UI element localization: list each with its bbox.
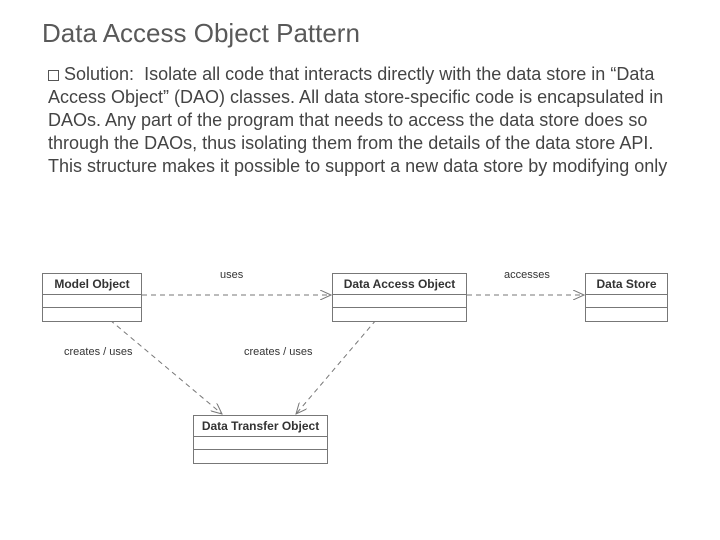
uml-compartment [194, 450, 327, 463]
uml-compartment [194, 437, 327, 450]
uml-compartment [333, 295, 466, 308]
uml-box-dto: Data Transfer Object [193, 415, 328, 464]
uml-compartment [333, 308, 466, 321]
uml-title-data-store: Data Store [586, 274, 667, 295]
uml-compartment [586, 308, 667, 321]
solution-paragraph: Solution: Isolate all code that interact… [48, 63, 678, 178]
page-title: Data Access Object Pattern [42, 18, 678, 49]
uml-box-dao: Data Access Object [332, 273, 467, 322]
solution-label: Solution: [64, 64, 134, 84]
uml-diagram: Model Object Data Access Object Data Sto… [42, 273, 678, 503]
bullet-square-icon [48, 70, 59, 81]
solution-body: Isolate all code that interacts directly… [48, 64, 667, 176]
edge-label-accesses: accesses [504, 269, 550, 281]
uml-box-model-object: Model Object [42, 273, 142, 322]
edge-label-uses: uses [220, 269, 243, 281]
uml-compartment [43, 295, 141, 308]
uml-compartment [43, 308, 141, 321]
uml-title-model-object: Model Object [43, 274, 141, 295]
uml-box-data-store: Data Store [585, 273, 668, 322]
uml-title-dto: Data Transfer Object [194, 416, 327, 437]
edge-label-creates-uses-right: creates / uses [244, 346, 312, 358]
uml-compartment [586, 295, 667, 308]
uml-title-dao: Data Access Object [333, 274, 466, 295]
edge-label-creates-uses-left: creates / uses [64, 346, 132, 358]
